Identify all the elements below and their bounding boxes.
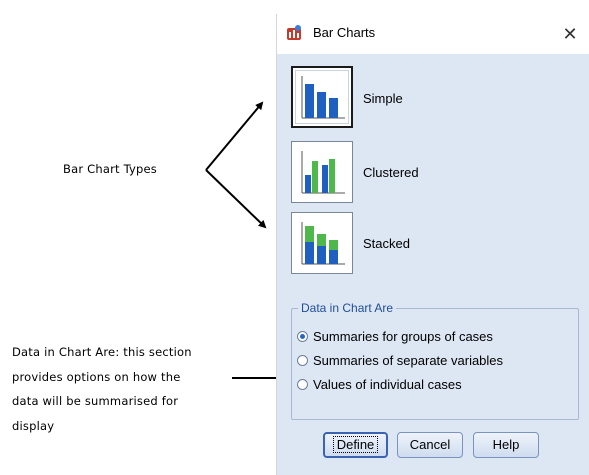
help-button[interactable]: Help (473, 432, 539, 458)
data-in-chart-group: Data in Chart Are Summaries for groups o… (291, 301, 579, 420)
dialog-title: Bar Charts (313, 25, 376, 40)
arrow-to-simple (205, 101, 264, 171)
define-label: Define (332, 436, 379, 453)
help-label: Help (492, 437, 520, 452)
arrow-to-stacked (205, 169, 267, 229)
radio-label: Summaries for groups of cases (313, 329, 493, 344)
chart-type-label: Stacked (363, 236, 410, 251)
chart-type-label: Simple (363, 91, 403, 106)
close-button[interactable]: ✕ (550, 14, 589, 54)
radio-summaries-variables[interactable]: Summaries of separate variables (297, 353, 503, 368)
title-bar: Bar Charts ✕ (277, 14, 589, 54)
radio-unselected-icon (297, 355, 308, 366)
chart-type-stacked[interactable] (291, 212, 353, 274)
simple-bar-chart-icon (301, 76, 345, 119)
radio-summaries-groups[interactable]: Summaries for groups of cases (297, 329, 493, 344)
radio-individual-cases[interactable]: Values of individual cases (297, 377, 462, 392)
close-icon: ✕ (562, 23, 578, 44)
stacked-bar-chart-icon (301, 222, 345, 265)
bar-charts-dialog: Bar Charts ✕ Simple Clustered Stacked Da… (276, 14, 589, 475)
cancel-button[interactable]: Cancel (397, 432, 463, 458)
define-button[interactable]: Define (323, 432, 388, 458)
radio-unselected-icon (297, 379, 308, 390)
cancel-label: Cancel (409, 437, 451, 452)
radio-label: Values of individual cases (313, 377, 462, 392)
radio-selected-icon (297, 331, 308, 342)
app-icon (287, 25, 301, 40)
dialog-body: Simple Clustered Stacked Data in Chart A… (277, 54, 589, 475)
group-title: Data in Chart Are (298, 301, 397, 315)
chart-type-label: Clustered (363, 165, 419, 180)
radio-label: Summaries of separate variables (313, 353, 504, 368)
clustered-bar-chart-icon (301, 151, 345, 194)
chart-type-clustered[interactable] (291, 141, 353, 203)
chart-type-simple[interactable] (291, 66, 353, 128)
